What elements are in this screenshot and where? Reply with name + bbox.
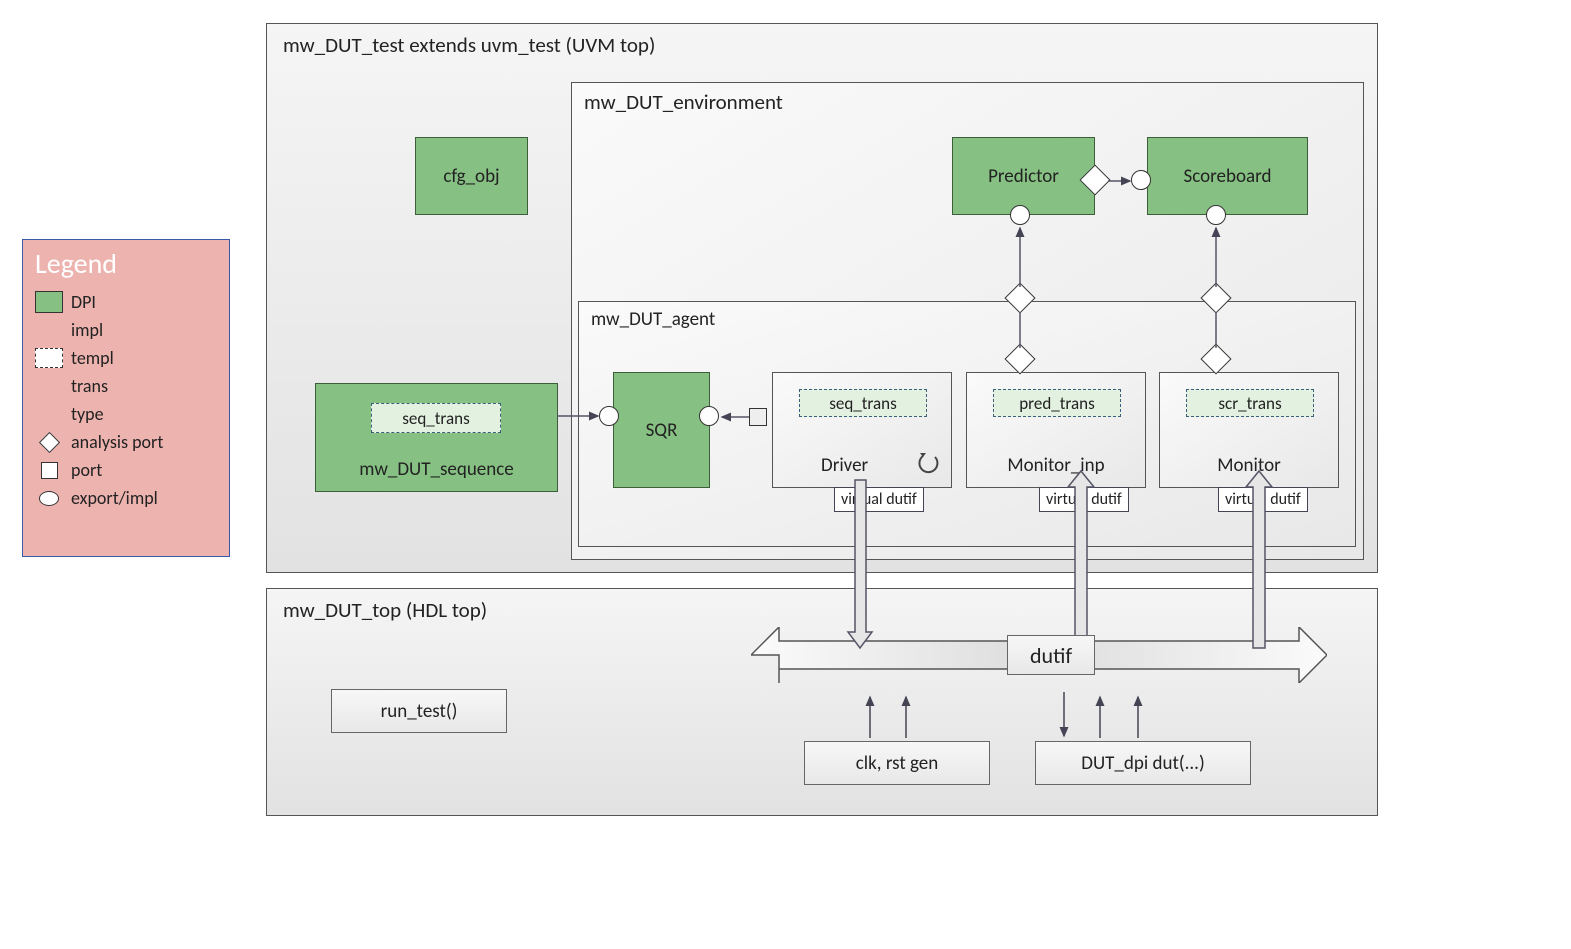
driver-trans: seq_trans [799,389,927,417]
legend-panel: Legend DPI impl templ trans type analysi… [22,239,230,557]
legend-trans-label: trans [71,375,108,397]
square-icon [41,462,58,479]
legend-analysis-row: analysis port [35,431,229,453]
legend-impl-row: impl [35,319,229,341]
monitor-trans: scr_trans [1186,389,1314,417]
dpi-swatch [35,291,63,313]
driver-label: Driver [821,454,868,477]
cfg-obj-box: cfg_obj [415,137,528,215]
scoreboard-bottom-export [1206,205,1226,225]
clk-rst-label: clk, rst gen [856,752,938,775]
legend-type-label: type [71,403,104,425]
monitor-inp-dutif-badge: virtual dutif [1039,487,1129,512]
monitor-box: Monitor scr_trans [1159,372,1339,488]
driver-port [749,408,767,426]
sequence-trans-label: seq_trans [402,408,470,429]
agent-title: mw_DUT_agent [591,308,715,331]
scoreboard-label: Scoreboard [1184,165,1272,188]
legend-templ-row: templ [35,347,229,369]
sequence-trans: seq_trans [371,403,501,433]
predictor-label: Predictor [988,165,1059,188]
scoreboard-export [1131,170,1151,190]
monitor-trans-label: scr_trans [1218,393,1281,414]
driver-trans-label: seq_trans [829,393,897,414]
sequence-label: mw_DUT_sequence [359,458,513,481]
sqr-export [599,406,619,426]
loop-icon [915,451,941,477]
legend-export-row: export/impl [35,487,229,509]
dut-dpi-box: DUT_dpi dut(...) [1035,741,1251,785]
dut-dpi-label: DUT_dpi dut(...) [1081,752,1204,775]
legend-port-row: port [35,459,229,481]
circle-icon [39,491,59,506]
runtest-box: run_test() [331,689,507,733]
monitor-inp-box: Monitor_inp pred_trans [966,372,1146,488]
dutif-label: dutif [1030,642,1072,669]
uvm-test-title: mw_DUT_test extends uvm_test (UVM top) [283,32,655,58]
templ-swatch [35,348,63,368]
diamond-icon [38,431,59,452]
driver-dutif-badge: virtual dutif [834,487,924,512]
monitor-inp-trans-label: pred_trans [1019,393,1095,414]
sqr-label: SQR [646,419,678,442]
legend-export-label: export/impl [71,487,158,509]
monitor-dutif-badge: virtual dutif [1218,487,1308,512]
legend-port-label: port [71,459,102,481]
legend-templ-label: templ [71,347,114,369]
sequence-box: mw_DUT_sequence seq_trans [315,383,558,492]
driver-box: Driver seq_trans [772,372,952,488]
legend-trans-row: trans [35,375,229,397]
sqr-box: SQR [613,372,710,488]
monitor-inp-trans: pred_trans [993,389,1121,417]
legend-analysis-label: analysis port [71,431,163,453]
legend-dpi-row: DPI [35,291,229,313]
legend-type-row: type [35,403,229,425]
runtest-label: run_test() [381,700,458,723]
hdl-top-container: mw_DUT_top (HDL top) run_test() dutif cl… [266,588,1378,816]
environment-title: mw_DUT_environment [584,89,783,115]
scoreboard-box: Scoreboard [1147,137,1308,215]
cfg-obj-label: cfg_obj [443,165,499,188]
monitor-inp-label: Monitor_inp [967,454,1145,477]
sqr-right-export [699,406,719,426]
dutif-box: dutif [1007,635,1095,675]
predictor-bottom-export [1010,205,1030,225]
legend-impl-label: impl [71,319,103,341]
monitor-label: Monitor [1160,454,1338,477]
predictor-box: Predictor [952,137,1095,215]
clk-rst-box: clk, rst gen [804,741,990,785]
legend-dpi-label: DPI [71,291,96,313]
legend-title: Legend [35,246,229,281]
hdl-top-title: mw_DUT_top (HDL top) [283,597,487,623]
